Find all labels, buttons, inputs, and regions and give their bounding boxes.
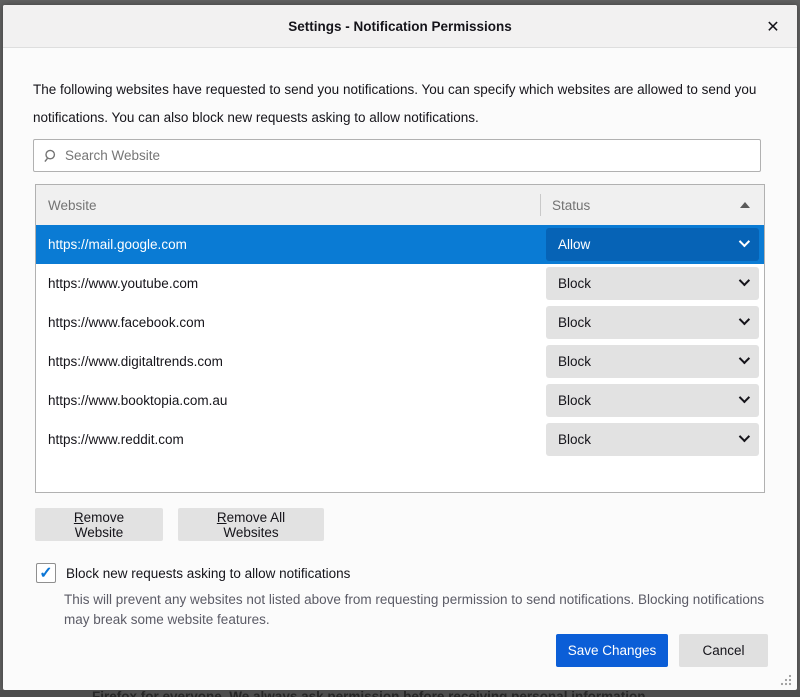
chevron-down-icon xyxy=(739,235,750,246)
website-url: https://www.youtube.com xyxy=(36,276,546,291)
status-dropdown[interactable]: Block xyxy=(546,267,759,300)
remove-all-websites-button[interactable]: Remove All Websites xyxy=(178,508,324,541)
permissions-table: Website Status https://mail.google.com A… xyxy=(35,184,765,493)
table-row[interactable]: https://mail.google.com Allow xyxy=(36,225,764,264)
status-dropdown[interactable]: Allow xyxy=(546,228,759,261)
dialog-titlebar: Settings - Notification Permissions ✕ xyxy=(3,5,797,48)
chevron-down-icon xyxy=(739,391,750,402)
checkmark-icon: ✓ xyxy=(39,563,52,583)
dialog-description: The following websites have requested to… xyxy=(33,76,769,132)
save-changes-button[interactable]: Save Changes xyxy=(556,634,668,667)
resize-grip[interactable] xyxy=(779,673,792,686)
table-row[interactable]: https://www.digitaltrends.com Block xyxy=(36,342,764,381)
sort-ascending-icon xyxy=(740,202,750,208)
website-url: https://www.booktopia.com.au xyxy=(36,393,546,408)
website-url: https://mail.google.com xyxy=(36,237,546,252)
cancel-button[interactable]: Cancel xyxy=(679,634,768,667)
search-box xyxy=(33,139,761,172)
search-icon xyxy=(44,149,58,163)
dimmed-background-page: Firefox for everyone. We always ask perm… xyxy=(0,690,800,697)
background-page-text: Firefox for everyone. We always ask perm… xyxy=(92,690,649,697)
table-row[interactable]: https://www.facebook.com Block xyxy=(36,303,764,342)
website-url: https://www.facebook.com xyxy=(36,315,546,330)
website-url: https://www.digitaltrends.com xyxy=(36,354,546,369)
block-new-requests-label[interactable]: Block new requests asking to allow notif… xyxy=(66,566,350,581)
notification-permissions-dialog: Settings - Notification Permissions ✕ Th… xyxy=(3,5,797,690)
status-dropdown[interactable]: Block xyxy=(546,306,759,339)
status-dropdown[interactable]: Block xyxy=(546,345,759,378)
chevron-down-icon xyxy=(739,274,750,285)
block-new-requests-checkbox[interactable]: ✓ xyxy=(36,563,56,583)
table-row[interactable]: https://www.booktopia.com.au Block xyxy=(36,381,764,420)
table-row[interactable]: https://www.youtube.com Block xyxy=(36,264,764,303)
search-input[interactable] xyxy=(65,148,750,163)
chevron-down-icon xyxy=(739,313,750,324)
remove-website-button[interactable]: Remove Website xyxy=(35,508,163,541)
column-header-status[interactable]: Status xyxy=(541,198,764,213)
chevron-down-icon xyxy=(739,352,750,363)
website-url: https://www.reddit.com xyxy=(36,432,546,447)
close-icon[interactable]: ✕ xyxy=(759,13,787,41)
table-row[interactable]: https://www.reddit.com Block xyxy=(36,420,764,459)
column-header-website[interactable]: Website xyxy=(36,194,541,216)
status-dropdown[interactable]: Block xyxy=(546,423,759,456)
block-new-requests-description: This will prevent any websites not liste… xyxy=(64,590,768,629)
dialog-title: Settings - Notification Permissions xyxy=(288,19,512,34)
status-dropdown[interactable]: Block xyxy=(546,384,759,417)
chevron-down-icon xyxy=(739,430,750,441)
table-header: Website Status xyxy=(36,185,764,225)
